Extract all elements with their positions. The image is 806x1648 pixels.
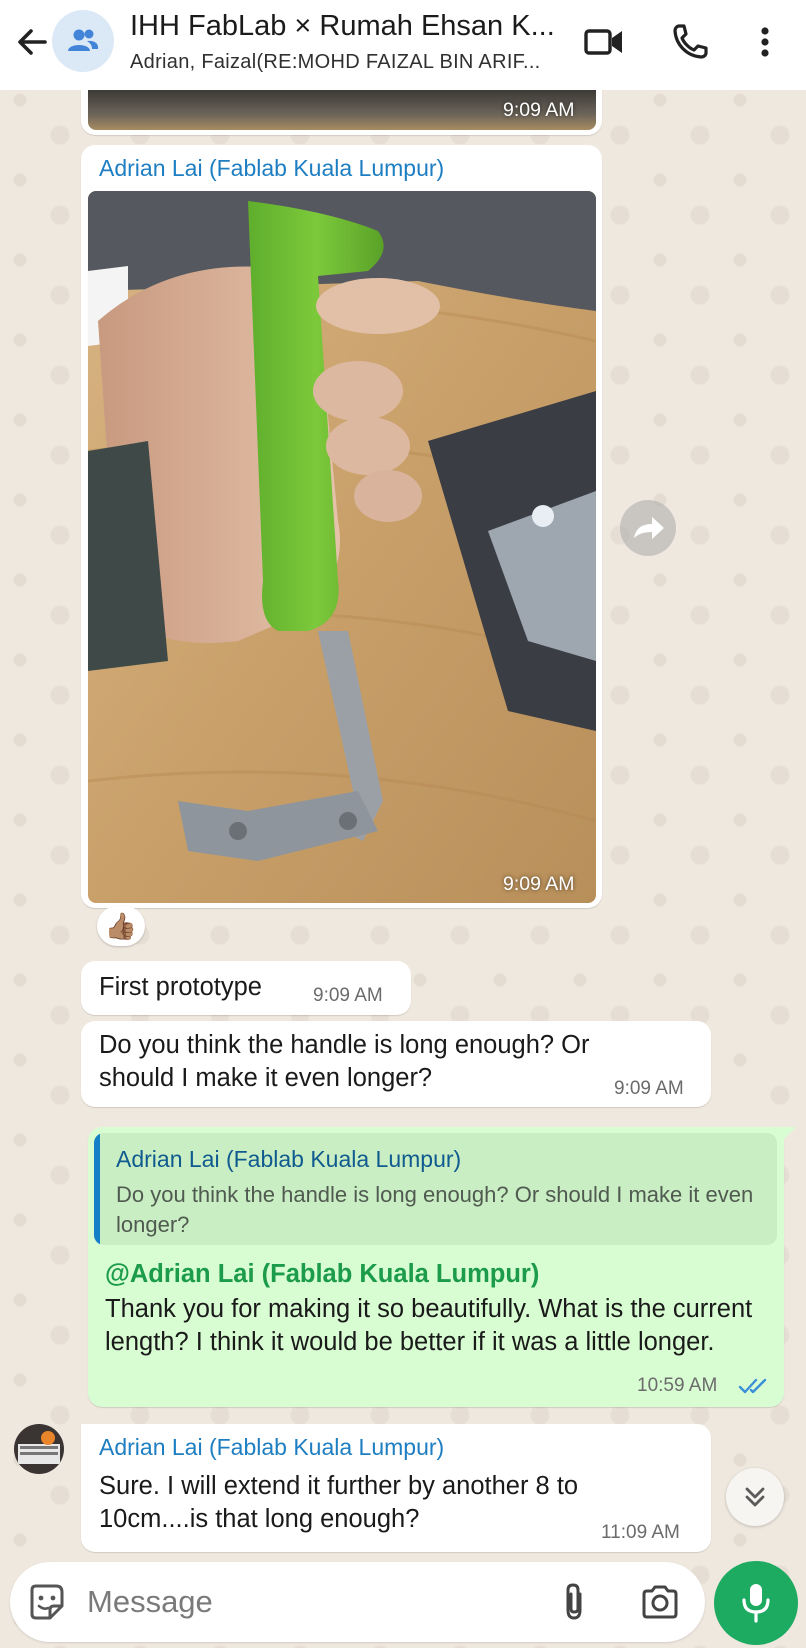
photo-message[interactable]: Adrian Lai (Fablab Kuala Lumpur) 9:09 AM — [81, 145, 602, 908]
message-time: 11:09 AM — [601, 1522, 680, 1543]
back-arrow-icon[interactable] — [12, 22, 52, 62]
phone-icon[interactable] — [668, 20, 712, 64]
message-time: 9:09 AM — [313, 985, 383, 1006]
chat-title[interactable]: IHH FabLab × Rumah Ehsan K... — [130, 10, 560, 43]
sender-name[interactable]: Adrian Lai (Fablab Kuala Lumpur) — [99, 155, 444, 182]
message-bubble[interactable]: First prototype 9:09 AM — [81, 961, 411, 1015]
message-composer: Message — [10, 1562, 705, 1642]
double-check-icon — [738, 1378, 767, 1394]
message-time: 9:09 AM — [503, 99, 575, 121]
chat-header: IHH FabLab × Rumah Ehsan K... Adrian, Fa… — [0, 0, 806, 90]
quoted-text: Do you think the handle is long enough? … — [116, 1182, 754, 1237]
bubble-tail — [782, 1127, 796, 1141]
message-text: First prototype — [99, 973, 262, 1001]
mic-button[interactable] — [714, 1561, 798, 1645]
mention[interactable]: @Adrian Lai (Fablab Kuala Lumpur) — [105, 1260, 539, 1289]
message-text: Thank you for making it so beautifully. … — [105, 1295, 753, 1356]
group-avatar[interactable] — [52, 10, 114, 72]
attach-icon[interactable] — [558, 1582, 590, 1622]
message-time: 9:09 AM — [614, 1078, 684, 1099]
message-input[interactable]: Message — [87, 1584, 213, 1620]
mic-icon — [742, 1584, 770, 1623]
message-time: 9:09 AM — [503, 873, 575, 895]
message-text: Sure. I will extend it further by anothe… — [99, 1472, 579, 1533]
scroll-to-bottom-button[interactable] — [726, 1468, 784, 1526]
sticker-icon[interactable] — [26, 1582, 66, 1622]
video-call-icon[interactable] — [582, 20, 626, 64]
camera-icon[interactable] — [640, 1584, 680, 1620]
reaction-badge[interactable]: 👍🏽 — [97, 906, 145, 946]
message-time: 10:59 AM — [637, 1375, 718, 1396]
forward-icon[interactable] — [620, 500, 676, 556]
message-text: Do you think the handle is long enough? … — [99, 1031, 590, 1092]
photo[interactable] — [88, 191, 596, 903]
quoted-message[interactable]: Adrian Lai (Fablab Kuala Lumpur) Do you … — [94, 1133, 777, 1245]
group-icon — [68, 29, 99, 51]
more-vert-icon[interactable] — [745, 20, 785, 64]
message-bubble[interactable]: Do you think the handle is long enough? … — [81, 1021, 711, 1107]
quoted-sender: Adrian Lai (Fablab Kuala Lumpur) — [116, 1146, 462, 1172]
avatar[interactable] — [14, 1424, 64, 1474]
message-bubble[interactable]: Adrian Lai (Fablab Kuala Lumpur) Sure. I… — [81, 1424, 711, 1552]
chevron-double-down-icon — [745, 1487, 765, 1507]
quote-bar — [94, 1133, 100, 1245]
sender-name[interactable]: Adrian Lai (Fablab Kuala Lumpur) — [99, 1434, 444, 1461]
chat-participants[interactable]: Adrian, Faizal(RE:MOHD FAIZAL BIN ARIF..… — [130, 51, 560, 74]
